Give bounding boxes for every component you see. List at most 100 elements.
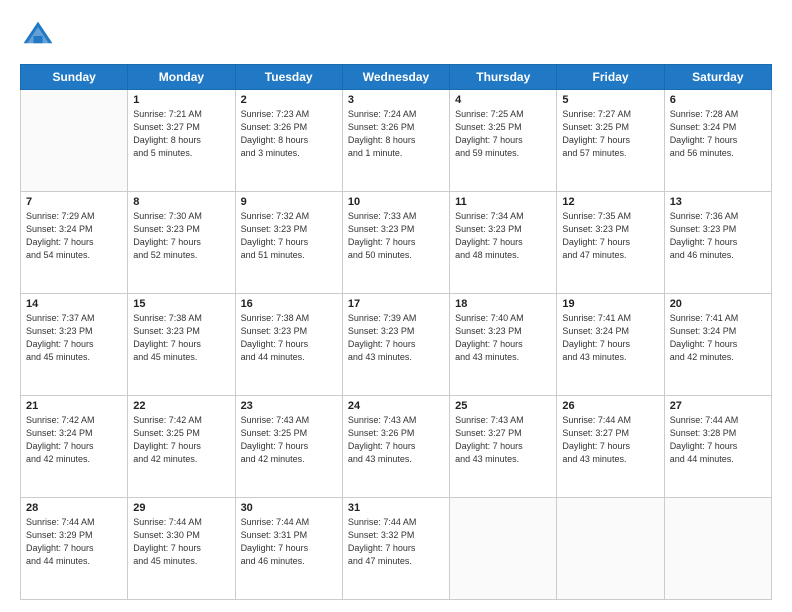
page: SundayMondayTuesdayWednesdayThursdayFrid… [0, 0, 792, 612]
day-number: 14 [26, 298, 122, 310]
day-number: 2 [241, 94, 337, 106]
day-number: 30 [241, 502, 337, 514]
calendar-week-1: 1 Sunrise: 7:21 AM Sunset: 3:27 PM Daylig… [21, 90, 772, 192]
day-info: Sunrise: 7:38 AM Sunset: 3:23 PM Dayligh… [133, 312, 229, 364]
day-number: 16 [241, 298, 337, 310]
day-number: 1 [133, 94, 229, 106]
day-info: Sunrise: 7:27 AM Sunset: 3:25 PM Dayligh… [562, 108, 658, 160]
day-info: Sunrise: 7:38 AM Sunset: 3:23 PM Dayligh… [241, 312, 337, 364]
calendar-cell [557, 498, 664, 600]
day-number: 11 [455, 196, 551, 208]
calendar-cell: 15 Sunrise: 7:38 AM Sunset: 3:23 PM Dayli… [128, 294, 235, 396]
calendar-cell: 2 Sunrise: 7:23 AM Sunset: 3:26 PM Daylig… [235, 90, 342, 192]
day-info: Sunrise: 7:25 AM Sunset: 3:25 PM Dayligh… [455, 108, 551, 160]
calendar-week-3: 14 Sunrise: 7:37 AM Sunset: 3:23 PM Dayli… [21, 294, 772, 396]
calendar-cell: 8 Sunrise: 7:30 AM Sunset: 3:23 PM Daylig… [128, 192, 235, 294]
calendar-cell: 26 Sunrise: 7:44 AM Sunset: 3:27 PM Dayli… [557, 396, 664, 498]
calendar-cell: 23 Sunrise: 7:43 AM Sunset: 3:25 PM Dayli… [235, 396, 342, 498]
calendar-header-friday: Friday [557, 65, 664, 90]
day-number: 4 [455, 94, 551, 106]
calendar-cell: 7Sunrise: 7:29 AM Sunset: 3:24 PM Daylig… [21, 192, 128, 294]
calendar-table: SundayMondayTuesdayWednesdayThursdayFrid… [20, 64, 772, 600]
day-number: 28 [26, 502, 122, 514]
day-info: Sunrise: 7:41 AM Sunset: 3:24 PM Dayligh… [562, 312, 658, 364]
day-number: 19 [562, 298, 658, 310]
calendar-cell: 1 Sunrise: 7:21 AM Sunset: 3:27 PM Daylig… [128, 90, 235, 192]
day-info: Sunrise: 7:42 AM Sunset: 3:24 PM Dayligh… [26, 414, 122, 466]
calendar-cell: 31 Sunrise: 7:44 AM Sunset: 3:32 PM Dayli… [342, 498, 449, 600]
calendar-header-thursday: Thursday [450, 65, 557, 90]
day-info: Sunrise: 7:41 AM Sunset: 3:24 PM Dayligh… [670, 312, 766, 364]
day-info: Sunrise: 7:44 AM Sunset: 3:30 PM Dayligh… [133, 516, 229, 568]
day-number: 8 [133, 196, 229, 208]
calendar-cell: 18 Sunrise: 7:40 AM Sunset: 3:23 PM Dayli… [450, 294, 557, 396]
day-number: 31 [348, 502, 444, 514]
calendar-cell: 11 Sunrise: 7:34 AM Sunset: 3:23 PM Dayli… [450, 192, 557, 294]
day-number: 7 [26, 196, 122, 208]
day-number: 26 [562, 400, 658, 412]
calendar-cell: 30Sunrise: 7:44 AM Sunset: 3:31 PM Dayli… [235, 498, 342, 600]
calendar-cell: 21 Sunrise: 7:42 AM Sunset: 3:24 PM Dayli… [21, 396, 128, 498]
day-number: 23 [241, 400, 337, 412]
calendar-cell: 6Sunrise: 7:28 AM Sunset: 3:24 PM Daylig… [664, 90, 771, 192]
day-number: 22 [133, 400, 229, 412]
calendar-cell [664, 498, 771, 600]
day-number: 5 [562, 94, 658, 106]
day-info: Sunrise: 7:43 AM Sunset: 3:27 PM Dayligh… [455, 414, 551, 466]
calendar-cell: 10 Sunrise: 7:33 AM Sunset: 3:23 PM Dayli… [342, 192, 449, 294]
day-number: 17 [348, 298, 444, 310]
day-number: 10 [348, 196, 444, 208]
day-info: Sunrise: 7:34 AM Sunset: 3:23 PM Dayligh… [455, 210, 551, 262]
day-info: Sunrise: 7:44 AM Sunset: 3:32 PM Dayligh… [348, 516, 444, 568]
day-number: 13 [670, 196, 766, 208]
calendar-header-saturday: Saturday [664, 65, 771, 90]
calendar-cell: 17 Sunrise: 7:39 AM Sunset: 3:23 PM Dayli… [342, 294, 449, 396]
header [20, 18, 772, 54]
calendar-cell: 14 Sunrise: 7:37 AM Sunset: 3:23 PM Dayli… [21, 294, 128, 396]
day-number: 3 [348, 94, 444, 106]
day-info: Sunrise: 7:37 AM Sunset: 3:23 PM Dayligh… [26, 312, 122, 364]
day-info: Sunrise: 7:40 AM Sunset: 3:23 PM Dayligh… [455, 312, 551, 364]
day-number: 20 [670, 298, 766, 310]
day-number: 24 [348, 400, 444, 412]
day-number: 29 [133, 502, 229, 514]
calendar-cell: 13Sunrise: 7:36 AM Sunset: 3:23 PM Dayli… [664, 192, 771, 294]
day-info: Sunrise: 7:24 AM Sunset: 3:26 PM Dayligh… [348, 108, 444, 160]
calendar-cell: 25 Sunrise: 7:43 AM Sunset: 3:27 PM Dayli… [450, 396, 557, 498]
calendar-header-sunday: Sunday [21, 65, 128, 90]
day-info: Sunrise: 7:23 AM Sunset: 3:26 PM Dayligh… [241, 108, 337, 160]
day-info: Sunrise: 7:39 AM Sunset: 3:23 PM Dayligh… [348, 312, 444, 364]
calendar-cell: 20 Sunrise: 7:41 AM Sunset: 3:24 PM Dayli… [664, 294, 771, 396]
day-number: 12 [562, 196, 658, 208]
calendar-cell: 22Sunrise: 7:42 AM Sunset: 3:25 PM Dayli… [128, 396, 235, 498]
calendar-cell: 9Sunrise: 7:32 AM Sunset: 3:23 PM Daylig… [235, 192, 342, 294]
calendar-cell [450, 498, 557, 600]
day-number: 6 [670, 94, 766, 106]
calendar-cell: 3 Sunrise: 7:24 AM Sunset: 3:26 PM Daylig… [342, 90, 449, 192]
day-info: Sunrise: 7:43 AM Sunset: 3:25 PM Dayligh… [241, 414, 337, 466]
day-number: 18 [455, 298, 551, 310]
day-info: Sunrise: 7:44 AM Sunset: 3:27 PM Dayligh… [562, 414, 658, 466]
logo [20, 18, 60, 54]
day-number: 25 [455, 400, 551, 412]
day-info: Sunrise: 7:33 AM Sunset: 3:23 PM Dayligh… [348, 210, 444, 262]
logo-icon [20, 18, 56, 54]
calendar-header-row: SundayMondayTuesdayWednesdayThursdayFrid… [21, 65, 772, 90]
calendar-cell: 12Sunrise: 7:35 AM Sunset: 3:23 PM Dayli… [557, 192, 664, 294]
calendar-week-4: 21 Sunrise: 7:42 AM Sunset: 3:24 PM Dayli… [21, 396, 772, 498]
calendar-week-2: 7Sunrise: 7:29 AM Sunset: 3:24 PM Daylig… [21, 192, 772, 294]
calendar-header-monday: Monday [128, 65, 235, 90]
day-info: Sunrise: 7:21 AM Sunset: 3:27 PM Dayligh… [133, 108, 229, 160]
calendar-cell: 28 Sunrise: 7:44 AM Sunset: 3:29 PM Dayli… [21, 498, 128, 600]
day-info: Sunrise: 7:44 AM Sunset: 3:29 PM Dayligh… [26, 516, 122, 568]
calendar-week-5: 28 Sunrise: 7:44 AM Sunset: 3:29 PM Dayli… [21, 498, 772, 600]
day-number: 21 [26, 400, 122, 412]
calendar-cell: 5 Sunrise: 7:27 AM Sunset: 3:25 PM Daylig… [557, 90, 664, 192]
day-number: 27 [670, 400, 766, 412]
calendar-cell: 4 Sunrise: 7:25 AM Sunset: 3:25 PM Daylig… [450, 90, 557, 192]
day-info: Sunrise: 7:43 AM Sunset: 3:26 PM Dayligh… [348, 414, 444, 466]
day-info: Sunrise: 7:30 AM Sunset: 3:23 PM Dayligh… [133, 210, 229, 262]
day-number: 15 [133, 298, 229, 310]
calendar-cell [21, 90, 128, 192]
day-number: 9 [241, 196, 337, 208]
